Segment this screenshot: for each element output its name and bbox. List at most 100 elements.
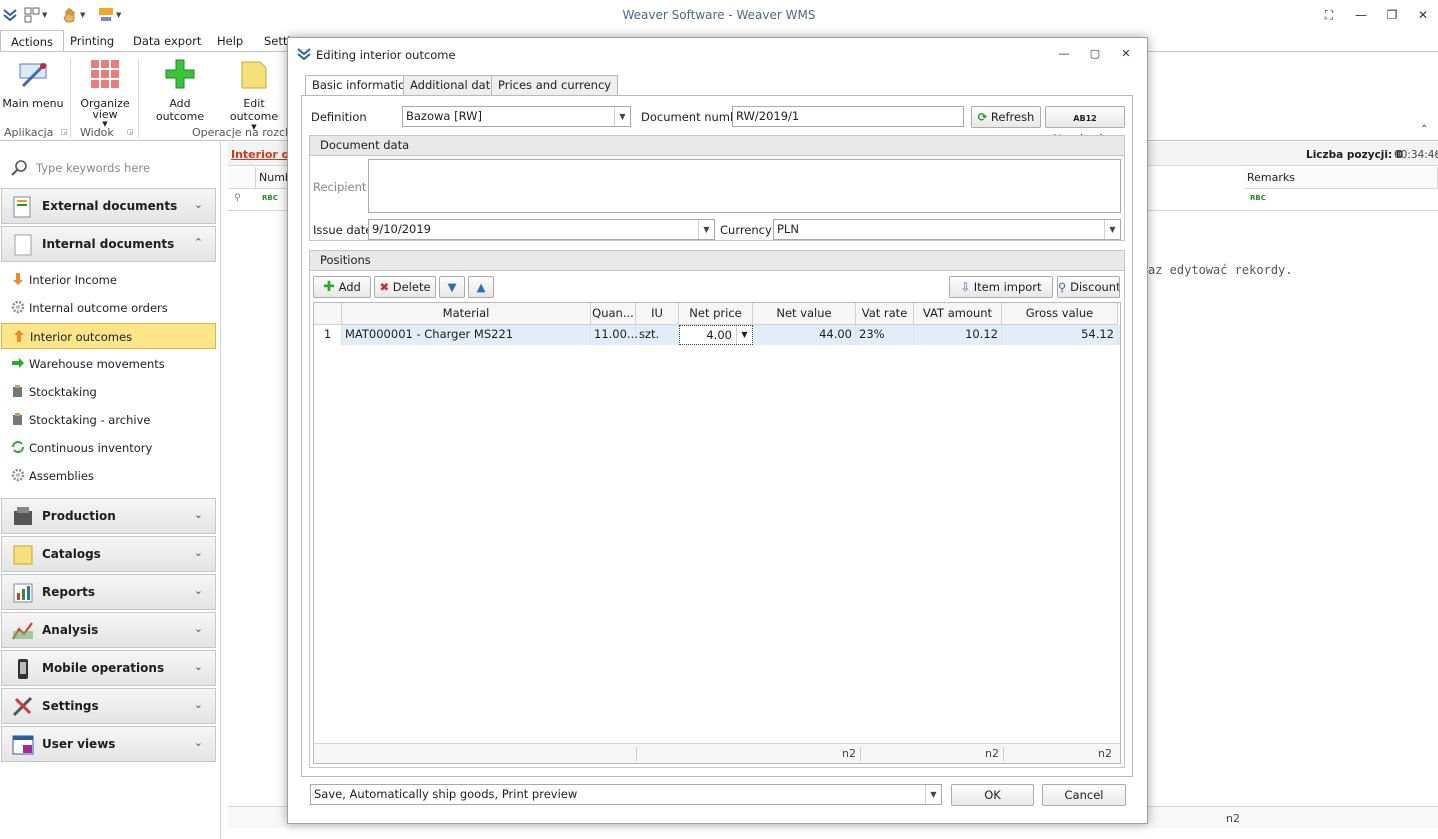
row-number-header[interactable]: [314, 303, 342, 325]
group-expand-icon[interactable]: ◲: [127, 128, 134, 136]
restore-button[interactable]: ❐: [1381, 6, 1403, 24]
recipient-field[interactable]: [368, 159, 1121, 213]
cell-material[interactable]: MAT000001 - Charger MS221: [342, 325, 591, 345]
nav-item-label: Interior Income: [29, 273, 117, 287]
fullscreen-button[interactable]: ⛶: [1318, 6, 1340, 24]
nav-item-warehouse-movements[interactable]: Warehouse movements: [1, 351, 216, 377]
chevron-down-icon: ⌄: [193, 698, 203, 711]
nav-item-interior-income[interactable]: Interior Income: [1, 267, 216, 293]
refresh-icon: [12, 441, 24, 453]
production-icon: [14, 507, 32, 525]
tab-help[interactable]: Help: [207, 30, 253, 52]
tab-printing[interactable]: Printing: [60, 30, 124, 52]
nav-group-label: Catalogs: [42, 547, 101, 561]
positions-grid: Material Quan... IU Net price Net value Vat r…: [313, 302, 1121, 764]
organize-view-button[interactable]: Organize view ▼: [76, 58, 134, 128]
column-header-iu[interactable]: IU: [636, 303, 679, 325]
nav-item-stocktaking[interactable]: Stocktaking: [1, 379, 216, 405]
cell-net-price[interactable]: 4.00 ▼: [679, 325, 753, 345]
nav-group-production[interactable]: Production ⌄: [1, 498, 216, 534]
nav-group-internal-documents[interactable]: Internal documents ⌃: [1, 226, 216, 262]
delete-position-button[interactable]: ✖ Delete: [374, 276, 436, 298]
nav-item-stocktaking-archive[interactable]: Stocktaking - archive: [1, 407, 216, 433]
footer-summary: n2: [1226, 812, 1240, 825]
filter-abc-icon: RBC: [1250, 194, 1266, 202]
nav-group-mobile-operations[interactable]: Mobile operations ⌄: [1, 650, 216, 686]
cell-gross[interactable]: 54.12: [1002, 325, 1118, 345]
dialog-maximize-button[interactable]: ▢: [1085, 45, 1105, 63]
chevron-down-icon[interactable]: ▼: [1104, 220, 1120, 239]
tab-actions[interactable]: Actions: [0, 30, 65, 53]
nav-group-reports[interactable]: Reports ⌄: [1, 574, 216, 610]
chevron-down-icon: ⌄: [193, 736, 203, 749]
nav-group-analysis[interactable]: Analysis ⌄: [1, 612, 216, 648]
cell-vat-amount[interactable]: 10.12: [914, 325, 1002, 345]
minimize-button[interactable]: —: [1350, 6, 1372, 24]
nav-group-settings[interactable]: Settings ⌄: [1, 688, 216, 724]
nav-item-label: Warehouse movements: [29, 357, 165, 371]
search-box[interactable]: Type keywords here: [0, 154, 221, 182]
nav-group-user-views[interactable]: User views ⌄: [1, 726, 216, 762]
tab-additional-data[interactable]: Additional data: [403, 75, 505, 96]
tab-data-export[interactable]: Data export: [123, 30, 211, 52]
nav-item-internal-outcome-orders[interactable]: Internal outcome orders: [1, 295, 216, 321]
column-header-remarks[interactable]: Remarks: [1244, 167, 1438, 189]
column-header-net-value[interactable]: Net value: [753, 303, 856, 325]
save-action-select[interactable]: Save, Automatically ship goods, Print pr…: [310, 784, 942, 805]
nav-group-external-documents[interactable]: External documents ⌄: [1, 188, 216, 224]
chevron-down-icon[interactable]: ▼: [614, 107, 630, 126]
chevron-down-icon[interactable]: ▼: [736, 326, 752, 344]
cell-vat-rate[interactable]: 23%: [856, 325, 914, 345]
collapse-ribbon-icon[interactable]: ⌃: [1420, 124, 1428, 135]
search-input[interactable]: Type keywords here: [36, 161, 150, 175]
clock: 00:34:46: [1394, 149, 1438, 161]
column-header-quantity[interactable]: Quan...: [591, 303, 636, 325]
cancel-button[interactable]: Cancel: [1042, 784, 1126, 806]
nav-item-label: Stocktaking: [29, 385, 97, 399]
dialog-close-button[interactable]: ✕: [1116, 45, 1136, 63]
column-header-gross-value[interactable]: Gross value: [1002, 303, 1118, 325]
close-button[interactable]: ✕: [1412, 6, 1434, 24]
column-header-vat-rate[interactable]: Vat rate: [856, 303, 914, 325]
definition-select[interactable]: Bazowa [RW] ▼: [402, 106, 631, 127]
chevron-down-icon[interactable]: ▼: [925, 785, 941, 804]
arrow-down-icon: [13, 273, 23, 285]
stocktaking-icon: [13, 385, 22, 397]
ok-button[interactable]: OK: [951, 784, 1034, 806]
cell-net-value[interactable]: 44.00: [753, 325, 856, 345]
close-icon: ✕: [1417, 8, 1429, 22]
nav-group-catalogs[interactable]: Catalogs ⌄: [1, 536, 216, 572]
item-import-button[interactable]: ⇩ Item import: [949, 276, 1053, 298]
nav-item-assemblies[interactable]: Assemblies: [1, 463, 216, 489]
discount-button[interactable]: ⚲ Discount: [1057, 276, 1120, 298]
tab-prices-and-currency[interactable]: Prices and currency: [491, 75, 619, 96]
currency-select[interactable]: PLN ▼: [773, 219, 1121, 240]
nav-item-continuous-inventory[interactable]: Continuous inventory: [1, 435, 216, 461]
move-up-button[interactable]: ▲: [468, 276, 494, 298]
column-header-vat-amount[interactable]: VAT amount: [914, 303, 1002, 325]
nav-group-label: User views: [42, 737, 116, 751]
main-menu-button[interactable]: Main menu: [2, 58, 64, 110]
chevron-down-icon[interactable]: ▼: [698, 220, 714, 239]
cell-qty[interactable]: 11.00...: [591, 325, 638, 345]
group-expand-icon[interactable]: ◲: [61, 128, 68, 136]
add-outcome-button[interactable]: Add outcome: [146, 58, 214, 123]
numbering-button[interactable]: AB12 Numbering: [1045, 106, 1125, 146]
section-header: Positions: [310, 251, 1124, 271]
gear-icon: [11, 300, 25, 314]
issue-date-picker[interactable]: 9/10/2019 ▼: [368, 219, 715, 240]
edit-outcome-button[interactable]: Edit outcome ▼: [220, 58, 288, 131]
search-icon: [11, 160, 27, 176]
table-row[interactable]: 1 MAT000001 - Charger MS221 11.00... szt. 4.…: [314, 325, 1120, 345]
dialog-minimize-button[interactable]: —: [1054, 45, 1074, 63]
recipient-label: Recipient: [313, 180, 367, 194]
column-header-net-price[interactable]: Net price: [679, 303, 753, 325]
add-position-button[interactable]: ✚ Add: [313, 276, 371, 298]
edit-icon: [241, 61, 267, 89]
refresh-button[interactable]: ⟳ Refresh: [971, 106, 1041, 128]
column-header-material[interactable]: Material: [342, 303, 591, 325]
nav-item-interior-outcomes[interactable]: Interior outcomes: [1, 323, 216, 349]
move-down-button[interactable]: ▼: [439, 276, 465, 298]
cell-iu[interactable]: szt.: [636, 325, 679, 345]
document-number-field[interactable]: RW/2019/1: [732, 106, 964, 127]
